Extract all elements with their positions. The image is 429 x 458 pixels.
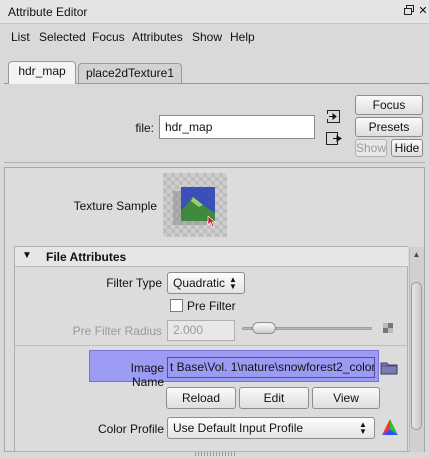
image-name-field[interactable]: t Base\Vol. 1\nature\snowforest2_color.h… <box>167 357 375 378</box>
file-attributes-title: File Attributes <box>46 250 127 264</box>
folder-icon[interactable] <box>380 360 398 375</box>
menu-selected[interactable]: Selected <box>39 30 86 44</box>
output-connection-icon[interactable] <box>325 131 343 147</box>
presets-button[interactable]: Presets <box>355 117 423 137</box>
filter-type-dropdown[interactable]: Quadratic ▲ ▼ <box>167 272 245 294</box>
divider <box>15 345 408 346</box>
menu-help[interactable]: Help <box>230 30 255 44</box>
resize-grip[interactable] <box>195 452 235 456</box>
menu-show[interactable]: Show <box>192 30 222 44</box>
restore-window-icon[interactable] <box>402 4 416 18</box>
filter-type-value: Quadratic <box>173 276 226 290</box>
hide-button[interactable]: Hide <box>391 139 423 157</box>
pre-filter-radius-slider-handle[interactable] <box>252 322 276 334</box>
input-connection-icon[interactable] <box>325 109 343 125</box>
spinner-arrows-icon: ▲ ▼ <box>229 275 237 291</box>
tab-place2dtexture1[interactable]: place2dTexture1 <box>78 63 182 83</box>
spinner-arrows-icon: ▲ ▼ <box>359 420 367 436</box>
color-profile-value: Use Default Input Profile <box>173 421 304 435</box>
close-icon[interactable]: ✕ <box>416 4 429 18</box>
pre-filter-label: Pre Filter <box>187 299 236 313</box>
window-title: Attribute Editor <box>8 5 88 19</box>
file-label: file: <box>135 121 154 135</box>
file-name-field[interactable]: hdr_map <box>159 115 315 139</box>
scrollbar-thumb[interactable] <box>411 282 422 430</box>
image-name-label: Image Name <box>130 361 164 389</box>
color-profile-dropdown[interactable]: Use Default Input Profile ▲ ▼ <box>167 417 375 439</box>
show-button[interactable]: Show <box>355 139 387 157</box>
divider <box>4 162 425 163</box>
view-button[interactable]: View <box>312 387 380 409</box>
pre-filter-checkbox[interactable] <box>170 299 183 312</box>
filter-type-label: Filter Type <box>106 276 162 290</box>
texture-sample-label: Texture Sample <box>73 199 157 213</box>
color-profile-label: Color Profile <box>97 422 164 436</box>
collapse-triangle-icon[interactable]: ▼ <box>22 250 32 261</box>
reload-button[interactable]: Reload <box>166 387 236 409</box>
edit-button[interactable]: Edit <box>239 387 309 409</box>
scroll-up-icon[interactable]: ▲ <box>409 248 424 262</box>
menu-list[interactable]: List <box>11 30 30 44</box>
menu-focus[interactable]: Focus <box>92 30 125 44</box>
checker-map-icon[interactable] <box>383 322 393 333</box>
color-wheel-icon[interactable] <box>380 417 400 437</box>
menu-attributes[interactable]: Attributes <box>132 30 183 44</box>
texture-sample-swatch[interactable] <box>163 173 227 237</box>
pre-filter-radius-label: Pre Filter Radius <box>72 324 162 338</box>
focus-button[interactable]: Focus <box>355 95 423 115</box>
pre-filter-radius-field[interactable]: 2.000 <box>167 320 235 341</box>
tab-hdr-map[interactable]: hdr_map <box>8 61 76 84</box>
